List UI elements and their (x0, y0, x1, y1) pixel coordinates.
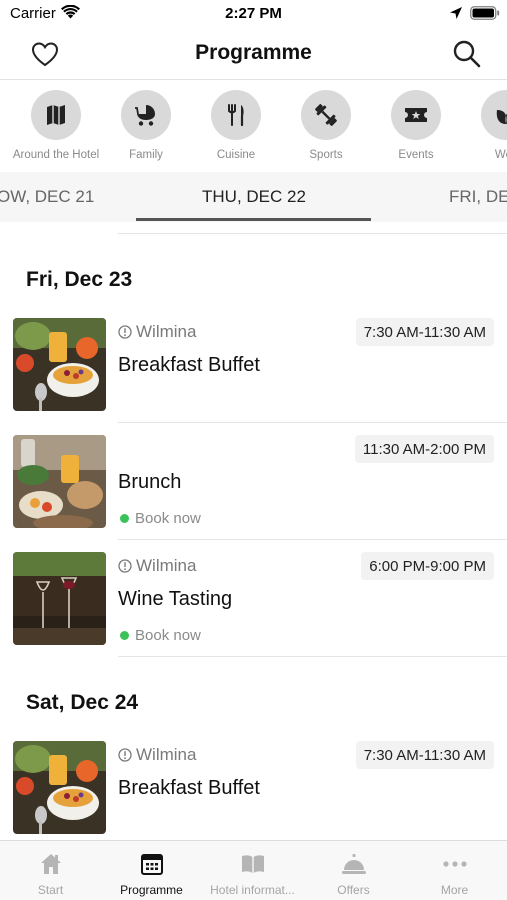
event-venue: Wilmina (118, 556, 196, 576)
date-tab-dec-23[interactable]: FRI, DE (449, 187, 507, 207)
leaf-icon (481, 90, 507, 140)
event-title: Wine Tasting (118, 588, 233, 610)
category-label: Sports (309, 149, 343, 161)
stroller-icon (121, 90, 171, 140)
book-now-label: Book now (135, 510, 201, 527)
tab-label: Programme (120, 883, 183, 897)
event-thumbnail (13, 552, 106, 645)
event-time: 7:30 AM-11:30 AM (355, 741, 494, 769)
tab-bar: Start Programme Hotel informat... Offers… (0, 840, 507, 900)
page-title: Programme (195, 41, 312, 64)
info-icon (118, 748, 132, 762)
event-title: Breakfast Buffet (118, 777, 260, 799)
event-time: 7:30 AM-11:30 AM (355, 318, 494, 346)
tab-programme[interactable]: Programme (101, 841, 202, 900)
event-time: 6:00 PM-9:00 PM (361, 552, 494, 580)
divider (118, 656, 507, 657)
tab-label: Offers (337, 883, 370, 897)
category-sports[interactable]: Sports (280, 90, 372, 161)
calendar-icon (101, 851, 202, 877)
tab-start[interactable]: Start (0, 841, 101, 900)
event-venue: Wilmina (118, 745, 196, 765)
category-label: Around the Hotel (12, 149, 100, 161)
tab-label: Hotel informat... (210, 883, 295, 897)
event-thumbnail (13, 741, 106, 834)
event-list[interactable]: Fri, Dec 23 Wilmina 7:30 AM-11:30 AM Bre… (0, 222, 507, 840)
tab-more[interactable]: More (404, 841, 505, 900)
fork-knife-icon (211, 90, 261, 140)
category-label: Cuisine (216, 149, 256, 161)
category-label: Well (494, 149, 507, 161)
date-tab-dec-21[interactable]: OW, DEC 21 (0, 187, 94, 207)
book-now-indicator[interactable]: Book now (120, 510, 201, 527)
category-label: Family (129, 149, 163, 161)
ticket-icon (391, 90, 441, 140)
event-item-wine-tasting[interactable]: Wilmina 6:00 PM-9:00 PM Wine Tasting Boo… (0, 552, 507, 669)
tab-offers[interactable]: Offers (303, 841, 404, 900)
map-icon (31, 90, 81, 140)
tab-label: More (440, 883, 469, 897)
event-item-breakfast-buffet[interactable]: Wilmina 7:30 AM-11:30 AM Breakfast Buffe… (0, 318, 507, 435)
category-around-the-hotel[interactable]: Around the Hotel (10, 90, 102, 161)
service-bell-icon (303, 851, 404, 877)
status-bar: Carrier 2:27 PM (0, 0, 507, 30)
availability-dot (120, 631, 129, 640)
event-title: Brunch (118, 471, 182, 493)
home-icon (0, 851, 101, 877)
active-tab-indicator (136, 218, 371, 221)
event-thumbnail (13, 318, 106, 411)
day-heading: Fri, Dec 23 (26, 268, 133, 291)
day-heading: Sat, Dec 24 (26, 691, 139, 714)
category-family[interactable]: Family (100, 90, 192, 161)
more-dots-icon (404, 851, 505, 877)
venue-label: Wilmina (136, 556, 197, 575)
dumbbell-icon (301, 90, 351, 140)
date-tab-dec-22[interactable]: THU, DEC 22 (202, 187, 306, 207)
tab-hotel-information[interactable]: Hotel informat... (202, 841, 303, 900)
tab-label: Start (37, 883, 64, 897)
book-now-label: Book now (135, 627, 201, 644)
event-item-breakfast-buffet[interactable]: Wilmina 7:30 AM-11:30 AM Breakfast Buffe… (0, 741, 507, 840)
info-icon (118, 559, 132, 573)
category-label: Events (398, 149, 434, 161)
info-icon (118, 325, 132, 339)
venue-label: Wilmina (136, 745, 197, 764)
date-tabs: OW, DEC 21 THU, DEC 22 FRI, DE (0, 172, 507, 222)
clock: 2:27 PM (225, 5, 282, 22)
divider (118, 233, 507, 234)
battery-icon (470, 6, 500, 20)
divider (118, 422, 507, 423)
category-events[interactable]: Events (370, 90, 462, 161)
event-thumbnail (13, 435, 106, 528)
venue-label: Wilmina (136, 322, 197, 341)
category-cuisine[interactable]: Cuisine (190, 90, 282, 161)
book-now-indicator[interactable]: Book now (120, 627, 201, 644)
navigation-bar: Programme (0, 30, 507, 80)
event-item-brunch[interactable]: 11:30 AM-2:00 PM Brunch Book now (0, 435, 507, 552)
event-time: 11:30 AM-2:00 PM (354, 435, 494, 463)
search-icon[interactable] (451, 38, 483, 70)
event-venue: Wilmina (118, 322, 196, 342)
event-title: Breakfast Buffet (118, 354, 260, 376)
category-bar: Around the Hotel Family Cuisine Sports E… (0, 80, 507, 172)
location-arrow-icon (450, 7, 462, 19)
availability-dot (120, 514, 129, 523)
divider (118, 539, 507, 540)
category-wellness[interactable]: Well (460, 90, 507, 161)
book-icon (202, 851, 303, 877)
